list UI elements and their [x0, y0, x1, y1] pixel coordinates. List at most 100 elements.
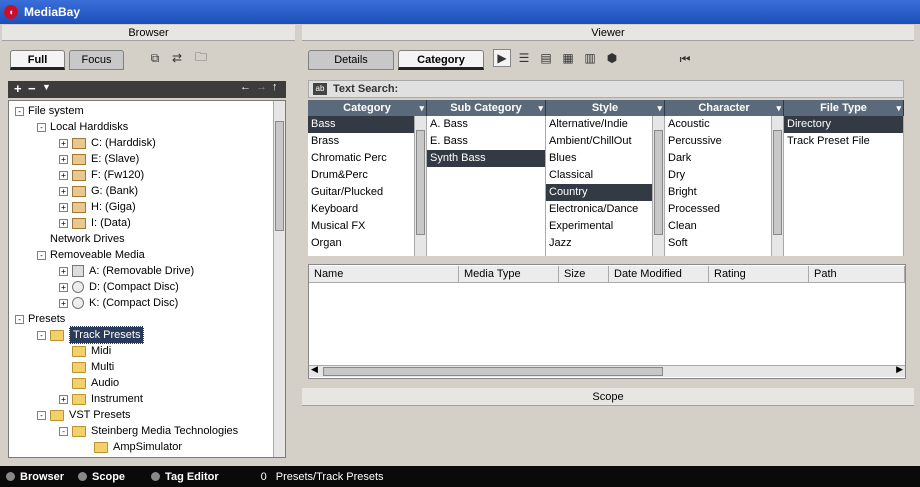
tree-item[interactable]: AmpSimulator	[81, 439, 182, 455]
column-menu-icon[interactable]: ▾	[896, 100, 901, 116]
expand-icon[interactable]: +	[59, 266, 68, 276]
play-icon[interactable]: ▶	[493, 49, 511, 67]
add-icon[interactable]: +	[14, 81, 22, 96]
expand-icon[interactable]: +	[59, 138, 68, 148]
collapse-icon[interactable]: -	[37, 330, 46, 340]
filter-item[interactable]: Jazz	[546, 235, 652, 252]
filter-column-list[interactable]: Alternative/Indie Ambient/ChillOut Blues Cl…	[546, 116, 665, 256]
filter-column-header[interactable]: Sub Category ▾	[427, 100, 546, 116]
results-column-header[interactable]: Media Type	[459, 266, 559, 283]
chevron-down-icon[interactable]: ▼	[42, 82, 51, 92]
column-menu-icon[interactable]: ▾	[657, 100, 662, 116]
filter-item[interactable]: Electronica/Dance	[546, 201, 652, 218]
filter-item[interactable]: Synth Bass	[427, 150, 545, 167]
column-menu-icon[interactable]: ▾	[419, 100, 424, 116]
tree-item[interactable]: - Steinberg Media Technologies	[59, 423, 238, 439]
rewind-icon[interactable]: ⏮	[676, 50, 694, 68]
tree-scrollbar[interactable]	[273, 101, 285, 457]
tree-item[interactable]: + Instrument	[59, 391, 143, 407]
tree-item[interactable]: + D: (Compact Disc)	[59, 279, 179, 295]
tree-item[interactable]: + F: (Fw120)	[59, 167, 144, 183]
scroll-right-icon[interactable]: ▶	[896, 364, 903, 375]
back-arrow-icon[interactable]: ←	[240, 81, 251, 93]
filter-item[interactable]: Dry	[665, 167, 771, 184]
filter-item[interactable]: Bass	[308, 116, 414, 133]
tree-item[interactable]: - Removeable Media	[37, 247, 145, 263]
collapse-icon[interactable]: -	[37, 250, 46, 260]
filter-item[interactable]: Ambient/ChillOut	[546, 133, 652, 150]
filter-column-header[interactable]: File Type ▾	[784, 100, 904, 116]
tree-item[interactable]: + A: (Removable Drive)	[59, 263, 194, 279]
status-tag-editor[interactable]: Tag Editor	[165, 471, 219, 483]
expand-icon[interactable]: +	[59, 202, 68, 212]
tree-item[interactable]: + K: (Compact Disc)	[59, 295, 178, 311]
results-column-header[interactable]: Name	[309, 266, 459, 283]
filter-column-list[interactable]: A. Bass E. Bass Synth Bass	[427, 116, 546, 256]
filter-item[interactable]: Country	[546, 184, 652, 201]
thumbnails-icon[interactable]: ▦	[559, 49, 577, 67]
new-folder-icon[interactable]: 🗀	[192, 49, 210, 67]
filter-item[interactable]: Classical	[546, 167, 652, 184]
expand-icon[interactable]: +	[59, 218, 68, 228]
expand-icon[interactable]: +	[59, 394, 68, 404]
tab-full[interactable]: Full	[10, 50, 65, 70]
browser-tree[interactable]: - File system - Local Harddisks + C: (Harddis…	[8, 100, 286, 458]
filter-item[interactable]: Soft	[665, 235, 771, 252]
filter-item[interactable]: A. Bass	[427, 116, 545, 133]
filter-item[interactable]: Musical FX	[308, 218, 414, 235]
browser-toggle-icon[interactable]	[6, 472, 15, 481]
film-icon[interactable]: ▥	[581, 49, 599, 67]
filter-column-header[interactable]: Character ▾	[665, 100, 784, 116]
tag-list-icon[interactable]: ☰	[515, 49, 533, 67]
filter-item[interactable]: Processed	[665, 201, 771, 218]
tree-item[interactable]: Network Drives	[37, 231, 125, 247]
filter-column-list[interactable]: Acoustic Percussive Dark Dry Bright Processed…	[665, 116, 784, 256]
filter-column-list[interactable]: Bass Brass Chromatic Perc Drum&Perc Guitar/P…	[308, 116, 427, 256]
tab-focus[interactable]: Focus	[69, 50, 124, 70]
list-view-icon[interactable]: ▤	[537, 49, 555, 67]
results-column-header[interactable]: Rating	[709, 266, 809, 283]
filter-item[interactable]: Alternative/Indie	[546, 116, 652, 133]
filter-scrollbar[interactable]	[771, 116, 783, 256]
column-menu-icon[interactable]: ▾	[538, 100, 543, 116]
remove-icon[interactable]: −	[28, 81, 36, 96]
collapse-icon[interactable]: -	[59, 426, 68, 436]
filter-scrollbar[interactable]	[414, 116, 426, 256]
expand-icon[interactable]: +	[59, 186, 68, 196]
filter-scrollbar[interactable]	[652, 116, 664, 256]
filter-item[interactable]: Dark	[665, 150, 771, 167]
tree-item[interactable]: Audio	[59, 375, 119, 391]
results-hscrollbar[interactable]: ◀ ▶	[309, 364, 905, 377]
filter-column-header[interactable]: Style ▾	[546, 100, 665, 116]
tree-item[interactable]: - VST Presets	[37, 407, 131, 423]
filter-item[interactable]: Guitar/Plucked	[308, 184, 414, 201]
expand-icon[interactable]: +	[59, 298, 68, 308]
results-column-header[interactable]: Date Modified	[609, 266, 709, 283]
results-column-header[interactable]: Path	[809, 266, 905, 283]
scroll-left-icon[interactable]: ◀	[311, 364, 318, 375]
collapse-icon[interactable]: -	[15, 106, 24, 116]
tag-editor-toggle-icon[interactable]	[151, 472, 161, 481]
text-search-bar[interactable]: ab Text Search:	[308, 80, 904, 98]
filter-item[interactable]: Blues	[546, 150, 652, 167]
tree-item[interactable]: + H: (Giga)	[59, 199, 136, 215]
filter-item[interactable]: Percussive	[665, 133, 771, 150]
tree-item[interactable]: - Local Harddisks	[37, 119, 128, 135]
status-browser[interactable]: Browser	[20, 471, 64, 483]
sync-icon[interactable]: ⇄	[168, 49, 186, 67]
tree-item[interactable]: + I: (Data)	[59, 215, 131, 231]
filter-item[interactable]: Keyboard	[308, 201, 414, 218]
filter-column-list[interactable]: Directory Track Preset File	[784, 116, 904, 256]
expand-icon[interactable]: +	[59, 170, 68, 180]
up-arrow-icon[interactable]: ↑	[272, 81, 278, 93]
expand-icon[interactable]: +	[59, 154, 68, 164]
status-scope[interactable]: Scope	[92, 471, 125, 483]
tree-item[interactable]: + C: (Harddisk)	[59, 135, 156, 151]
filter-item[interactable]: Drum&Perc	[308, 167, 414, 184]
tab-details[interactable]: Details	[308, 50, 394, 70]
tree-item[interactable]: Midi	[59, 343, 111, 359]
tree-item[interactable]: + G: (Bank)	[59, 183, 138, 199]
tab-category[interactable]: Category	[398, 50, 484, 70]
filter-item[interactable]: E. Bass	[427, 133, 545, 150]
column-menu-icon[interactable]: ▾	[776, 100, 781, 116]
